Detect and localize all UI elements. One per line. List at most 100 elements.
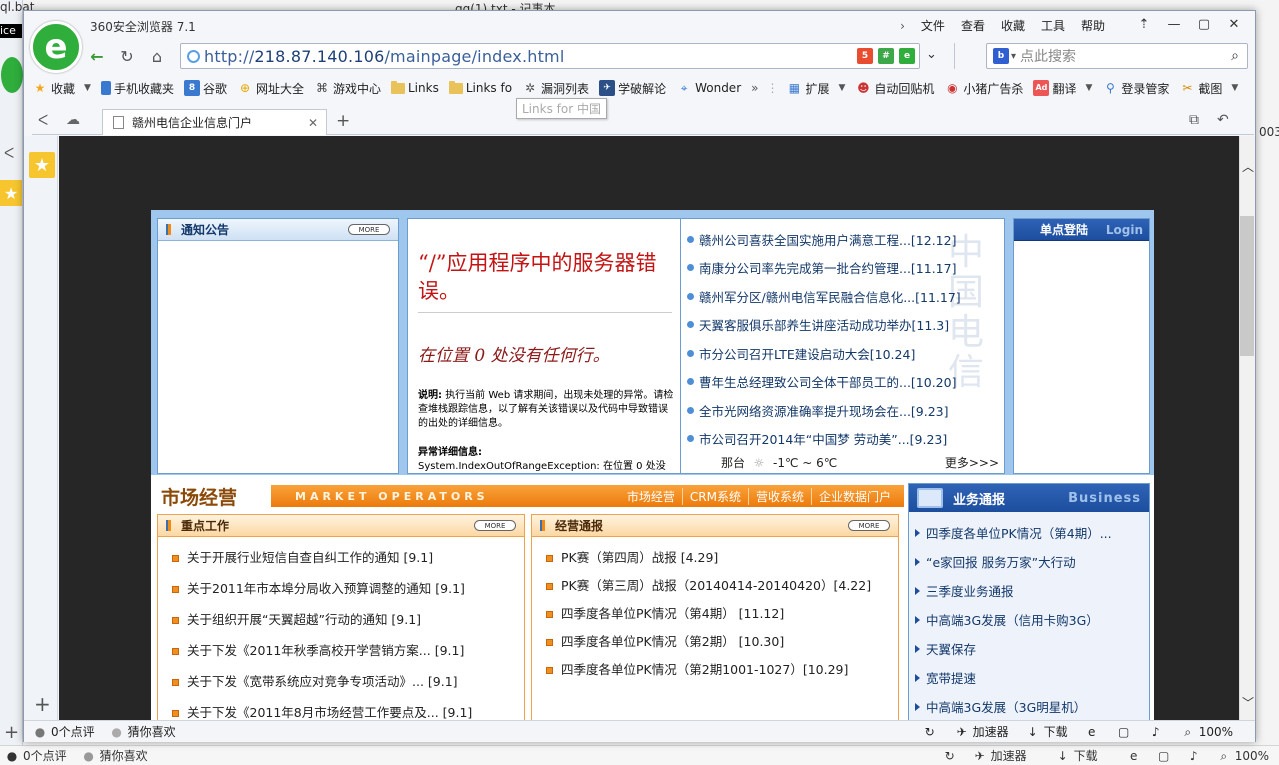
desk-download[interactable]: ↓ 下载 <box>1055 747 1098 764</box>
status-zoom[interactable]: ⌕ 100% <box>1180 724 1233 740</box>
login-frame[interactable] <box>1026 257 1136 457</box>
translate-icon[interactable]: # <box>878 48 894 64</box>
address-dropdown-icon[interactable]: ⌄ <box>926 47 937 62</box>
bookmarks-overflow-icon[interactable]: » <box>751 81 758 95</box>
desk-window-icon[interactable]: ▢ <box>1156 748 1172 764</box>
status-window-icon[interactable]: ▢ <box>1116 724 1132 740</box>
desk-sound-icon[interactable]: ♪ <box>1186 748 1202 764</box>
ext-auto-reply[interactable]: ☻ 自动回贴机 <box>855 80 934 97</box>
security-icon[interactable]: 5 <box>857 48 873 64</box>
news-item[interactable]: 市分公司召开LTE建设启动大会[10.24] <box>687 339 997 368</box>
new-tab-icon[interactable]: + <box>336 111 350 131</box>
ext-extensions[interactable]: ▦ 扩展 ▼ <box>786 80 846 97</box>
cloud-icon[interactable]: ☁ <box>66 112 80 128</box>
ext-login-manager[interactable]: ⚲ 登录管家 <box>1102 80 1169 97</box>
address-bar[interactable]: http://218.87.140.106/mainpage/index.htm… <box>180 43 920 69</box>
sidebar-toggle-icon[interactable]: ᐸ <box>38 113 48 129</box>
restore-tabs-icon[interactable]: ⧉ <box>1189 112 1199 128</box>
status-comments[interactable]: ● 0个点评 <box>32 723 95 740</box>
list-item[interactable]: 四季度各单位PK情况（第2期1001-1027）[10.29] <box>546 661 891 679</box>
list-item[interactable]: 四季度各单位PK情况（第4期）... <box>915 518 1147 547</box>
desk-ie-icon[interactable]: e <box>1126 748 1142 764</box>
scroll-up-icon[interactable]: ︿ <box>1242 158 1254 175</box>
scrollbar-thumb[interactable] <box>1240 216 1254 356</box>
list-item[interactable]: 三季度业务通报 <box>915 576 1147 605</box>
bookmark-links-for[interactable]: Links fo <box>448 80 512 95</box>
compat-mode-icon[interactable]: e <box>899 48 915 64</box>
favorites-star-icon[interactable]: ★ <box>29 152 55 178</box>
list-item[interactable]: PK赛（第四周）战报 [4.29] <box>546 549 891 567</box>
news-more-link[interactable]: 更多>>> <box>945 454 999 471</box>
bookmark-favorites[interactable]: ★ 收藏 ▼ <box>32 80 91 97</box>
bookmark-crack-forum[interactable]: ✈ 学破解论 <box>599 80 666 97</box>
ext-adblock[interactable]: ◉ 小猪广告杀 <box>944 80 1023 97</box>
tab-close-icon[interactable]: ✕ <box>308 116 318 130</box>
search-box[interactable]: b ▾ 点此搜索 ⌕ <box>986 43 1248 69</box>
bookmark-links[interactable]: Links <box>391 80 439 95</box>
bookmark-wonder[interactable]: ⌖ Wonder <box>676 80 741 96</box>
status-refresh-icon[interactable]: ↻ <box>922 724 938 740</box>
refresh-icon[interactable]: ↻ <box>116 47 138 66</box>
desk-accelerator[interactable]: ✈ 加速器 <box>972 747 1027 764</box>
list-item[interactable]: 天翼保存 <box>915 634 1147 663</box>
search-engine-dropdown-icon[interactable]: ▾ <box>1011 51 1016 62</box>
menu-favorites[interactable]: 收藏 <box>1001 17 1025 34</box>
status-ie-icon[interactable]: e <box>1084 724 1100 740</box>
market-link-crm[interactable]: CRM系统 <box>681 487 748 505</box>
home-icon[interactable]: ⌂ <box>146 47 168 66</box>
list-item[interactable]: 关于开展行业短信自查自纠工作的通知 [9.1] <box>172 549 517 567</box>
list-item[interactable]: PK赛（第三周）战报（20140414-20140420）[4.22] <box>546 577 891 595</box>
close-button[interactable]: ✕ <box>1221 14 1247 34</box>
minimize-button[interactable]: — <box>1161 14 1187 34</box>
notice-more-button[interactable]: MORE <box>348 224 390 235</box>
list-item[interactable]: 四季度各单位PK情况（第2期） [10.30] <box>546 633 891 651</box>
status-sound-icon[interactable]: ♪ <box>1148 724 1164 740</box>
news-item[interactable]: 赣州军分区/赣州电信军民融合信息化...[11.17] <box>687 282 997 311</box>
market-link-market[interactable]: 市场经营 <box>620 488 682 505</box>
report-more-button[interactable]: MORE <box>848 520 890 531</box>
scroll-down-icon[interactable]: ﹀ <box>1242 694 1254 711</box>
bookmark-mobile[interactable]: 手机收藏夹 <box>100 80 174 97</box>
menu-expand-icon[interactable]: › <box>900 19 905 33</box>
news-item[interactable]: 天翼客服俱乐部养生讲座活动成功举办[11.3] <box>687 311 997 340</box>
news-item[interactable]: 全市光网络资源准确率提升现场会在...[9.23] <box>687 396 997 425</box>
list-item[interactable]: 关于2011年市本埠分局收入预算调整的通知 [9.1] <box>172 580 517 598</box>
list-item[interactable]: 中高端3G发展（信用卡购3G） <box>915 605 1147 634</box>
list-item[interactable]: 宽带提速 <box>915 663 1147 692</box>
desk-zoom[interactable]: ⌕ 100% <box>1216 748 1269 764</box>
list-item[interactable]: 关于组织开展“天翼超越”行动的通知 [9.1] <box>172 611 517 629</box>
bookmark-google[interactable]: 8 谷歌 <box>183 80 227 97</box>
search-icon[interactable]: ⌕ <box>1231 48 1239 64</box>
status-guess[interactable]: ● 猜你喜欢 <box>109 723 175 740</box>
undo-close-icon[interactable]: ↶ <box>1217 112 1229 128</box>
desk-refresh-icon[interactable]: ↻ <box>942 748 958 764</box>
market-link-data-portal[interactable]: 企业数据门户 <box>810 487 898 505</box>
bookmark-vuln-list[interactable]: ✲ 漏洞列表 <box>522 80 589 97</box>
news-item[interactable]: 市公司召开2014年“中国梦 劳动美”...[9.23] <box>687 425 997 454</box>
menu-help[interactable]: 帮助 <box>1081 17 1105 34</box>
desk-comments[interactable]: ● 0个点评 <box>4 747 67 764</box>
news-item[interactable]: 南康分公司率先完成第一批合约管理...[11.17] <box>687 254 997 283</box>
ext-screenshot[interactable]: ✂ 截图 ▼ <box>1179 80 1238 97</box>
desk-guess[interactable]: ● 猜你喜欢 <box>81 747 147 764</box>
back-arrow-icon[interactable]: ← <box>86 47 108 66</box>
list-item[interactable]: 关于下发《宽带系统应对竞争专项活动》... [9.1] <box>172 673 517 691</box>
menu-view[interactable]: 查看 <box>961 17 985 34</box>
market-link-revenue[interactable]: 营收系统 <box>747 487 811 505</box>
news-item[interactable]: 曹年生总经理致公司全体干部员工的...[10.20] <box>687 368 997 397</box>
bookmark-url-directory[interactable]: ⊕ 网址大全 <box>237 80 304 97</box>
news-item[interactable]: 赣州公司喜获全国实施用户满意工程...[12.12] <box>687 225 997 254</box>
status-download[interactable]: ↓ 下载 <box>1025 723 1068 740</box>
menu-tools[interactable]: 工具 <box>1041 17 1065 34</box>
browser-logo-icon[interactable]: e <box>30 21 82 73</box>
status-accelerator[interactable]: ✈ 加速器 <box>954 723 1009 740</box>
maximize-button[interactable]: ▢ <box>1191 14 1217 34</box>
list-item[interactable]: 中高端3G发展（3G明星机） <box>915 692 1147 721</box>
list-item[interactable]: 关于下发《2011年秋季高校开学营销方案... [9.1] <box>172 642 517 660</box>
ext-translate[interactable]: Ad 翻译 ▼ <box>1033 80 1092 97</box>
skin-icon[interactable]: ⇡ <box>1131 14 1157 34</box>
url-text[interactable]: http://218.87.140.106/mainpage/index.htm… <box>204 47 565 66</box>
menu-file[interactable]: 文件 <box>921 17 945 34</box>
bookmark-game-center[interactable]: ⌘ 游戏中心 <box>314 80 381 97</box>
sidebar-add-icon[interactable]: + <box>34 692 51 716</box>
